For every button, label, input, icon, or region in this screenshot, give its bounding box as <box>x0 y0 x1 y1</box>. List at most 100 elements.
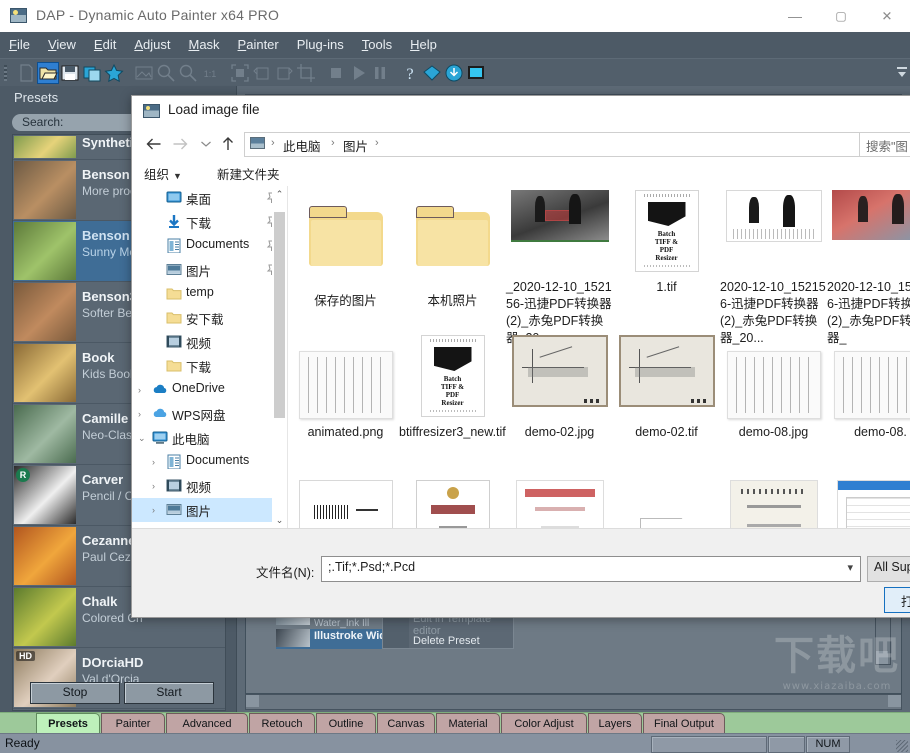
tree-item-安下载[interactable]: 安下载 <box>132 306 287 330</box>
tab-coloradjust[interactable]: Color Adjust <box>501 713 587 735</box>
tree-item-Documents[interactable]: Documents <box>132 234 287 258</box>
scroll-down-arrow-icon[interactable] <box>876 651 888 664</box>
chevron-down-icon[interactable]: ⌄ <box>138 433 146 444</box>
search-input[interactable]: 搜索"图 <box>859 132 910 157</box>
minimize-button[interactable]: — <box>772 0 818 31</box>
file-item[interactable]: 2020-12-10_152156-迅捷PDF转换器 (2)_赤兔PDF转换器_ <box>827 192 910 347</box>
tree-scroll-thumb[interactable] <box>274 212 285 418</box>
maximize-button[interactable]: ▢ <box>818 0 864 31</box>
file-item[interactable] <box>720 482 827 528</box>
tree-item-WPS网盘[interactable]: ›WPS网盘 <box>132 402 287 426</box>
file-item[interactable]: 本机照片 <box>399 192 506 310</box>
tree-item-此电脑[interactable]: ⌄此电脑 <box>132 426 287 450</box>
tree-item-图片[interactable]: ›图片 <box>132 498 287 522</box>
breadcrumb-pictures[interactable]: 图片 <box>343 136 368 155</box>
gem-icon[interactable] <box>422 63 442 83</box>
start-button[interactable]: Start <box>124 682 214 704</box>
chevron-right-icon[interactable]: › <box>138 409 141 419</box>
scroll-right-arrow-icon[interactable] <box>888 695 901 707</box>
canvas-icon[interactable] <box>466 63 486 83</box>
file-item[interactable]: 保存的图片 <box>292 192 399 310</box>
save-icon[interactable] <box>60 63 80 83</box>
file-item[interactable] <box>292 482 399 528</box>
chevron-right-icon[interactable]: › <box>152 505 155 515</box>
tab-outline[interactable]: Outline <box>316 713 376 735</box>
download-icon[interactable] <box>444 63 464 83</box>
chevron-right-icon[interactable]: › <box>152 481 155 491</box>
file-item[interactable]: demo-02.tif <box>613 337 720 441</box>
file-item[interactable]: animated.png <box>292 337 399 441</box>
tree-item-桌面[interactable]: 桌面 <box>132 186 287 210</box>
address-bar[interactable]: › 此电脑 › 图片 › ▾ ↻ <box>244 132 910 157</box>
workspace-horizontal-scrollbar[interactable] <box>245 694 902 710</box>
help-question-icon[interactable]: ? <box>400 63 420 83</box>
tab-material[interactable]: Material <box>436 713 500 735</box>
chevron-right-icon[interactable]: › <box>152 457 155 467</box>
menu-item-plugins[interactable]: Plug-ins <box>288 32 353 56</box>
file-grid[interactable]: 保存的图片本机照片_2020-12-10_152156-迅捷PDF转换器 (2)… <box>288 186 910 528</box>
back-arrow-icon[interactable] <box>142 132 166 156</box>
file-item[interactable]: demo-02.jpg <box>506 337 613 441</box>
menu-item-adjust[interactable]: Adjust <box>125 32 179 56</box>
navigation-tree[interactable]: 桌面下载Documents图片temp安下载视频下载›OneDrive›WPS网… <box>132 186 288 528</box>
toolbar-overflow-button[interactable] <box>897 64 907 82</box>
file-item[interactable]: BatchTIFF &PDFResizer1.tif <box>613 192 720 296</box>
dap-app-icon <box>143 104 160 118</box>
tree-item-OneDrive[interactable]: ›OneDrive <box>132 378 287 402</box>
tree-item-Documents[interactable]: ›Documents <box>132 450 287 474</box>
file-item[interactable]: demo-08. <box>827 337 910 441</box>
scroll-up-arrow-icon[interactable]: ⌃ <box>272 186 287 202</box>
context-menu-item-delete-preset[interactable]: Delete Preset <box>383 632 513 654</box>
scroll-down-arrow-icon[interactable]: ⌄ <box>272 512 287 528</box>
open-folder-icon[interactable] <box>38 63 58 83</box>
menu-item-tools[interactable]: Tools <box>353 32 401 56</box>
file-item[interactable] <box>399 482 506 528</box>
file-item[interactable] <box>613 482 720 528</box>
new-folder-button[interactable]: 新建文件夹 <box>217 164 280 183</box>
file-item[interactable]: demo-08.jpg <box>720 337 827 441</box>
breadcrumb-this-pc[interactable]: 此电脑 <box>283 136 321 155</box>
file-item[interactable]: _2020-12-10_152156-迅捷PDF转换器 (2)_赤兔PDF转换器… <box>506 192 613 347</box>
open-button[interactable]: 打开(O) <box>884 587 910 613</box>
file-item[interactable]: 2020-12-10_152156-迅捷PDF转换器 (2)_赤兔PDF转换器_… <box>720 192 827 347</box>
file-item[interactable]: BatchTIFF &PDFResizerbtiffresizer3_new.t… <box>399 337 506 441</box>
chevron-down-icon[interactable]: ▾ <box>847 561 853 574</box>
tree-item-temp[interactable]: temp <box>132 282 287 306</box>
tab-presets[interactable]: Presets <box>36 713 100 735</box>
favorite-star-icon[interactable] <box>104 63 124 83</box>
menu-item-file[interactable]: File <box>0 32 39 56</box>
resize-grip[interactable] <box>896 740 908 752</box>
tree-item-视频[interactable]: 视频 <box>132 330 287 354</box>
tree-item-下载[interactable]: 下载 <box>132 210 287 234</box>
organize-button[interactable]: 组织▼ <box>144 164 182 183</box>
tree-item-label: 下载 <box>186 213 211 232</box>
tab-advanced[interactable]: Advanced <box>166 713 248 735</box>
file-type-filter[interactable]: All Supported <box>867 556 910 582</box>
menu-item-help[interactable]: Help <box>401 32 446 56</box>
tree-scrollbar[interactable]: ⌃ ⌄ <box>272 186 287 528</box>
toolbar-grip[interactable] <box>4 65 7 81</box>
tab-retouch[interactable]: Retouch <box>249 713 315 735</box>
preset-actions: Stop Start <box>0 682 236 712</box>
tree-item-视频[interactable]: ›视频 <box>132 474 287 498</box>
tree-item-图片[interactable]: 图片 <box>132 258 287 282</box>
tab-finaloutput[interactable]: Final Output <box>643 713 725 735</box>
save-as-icon[interactable] <box>82 63 102 83</box>
menu-item-painter[interactable]: Painter <box>229 32 288 56</box>
menu-item-mask[interactable]: Mask <box>179 32 228 56</box>
file-item[interactable] <box>827 482 910 528</box>
menu-item-view[interactable]: View <box>39 32 85 56</box>
stop-button[interactable]: Stop <box>30 682 120 704</box>
tab-canvas[interactable]: Canvas <box>377 713 435 735</box>
tree-item-下载[interactable]: 下载 <box>132 354 287 378</box>
tab-painter[interactable]: Painter <box>101 713 165 735</box>
filename-input[interactable]: ;.Tif;*.Psd;*.Pcd ▾ <box>321 556 861 582</box>
chevron-right-icon[interactable]: › <box>138 385 141 395</box>
chevron-down-icon[interactable] <box>194 132 218 156</box>
menu-item-edit[interactable]: Edit <box>85 32 125 56</box>
tab-layers[interactable]: Layers <box>588 713 642 735</box>
up-arrow-icon[interactable] <box>216 132 240 156</box>
file-item[interactable] <box>506 482 613 528</box>
scroll-left-arrow-icon[interactable] <box>246 695 259 707</box>
close-button[interactable]: ✕ <box>864 0 910 31</box>
